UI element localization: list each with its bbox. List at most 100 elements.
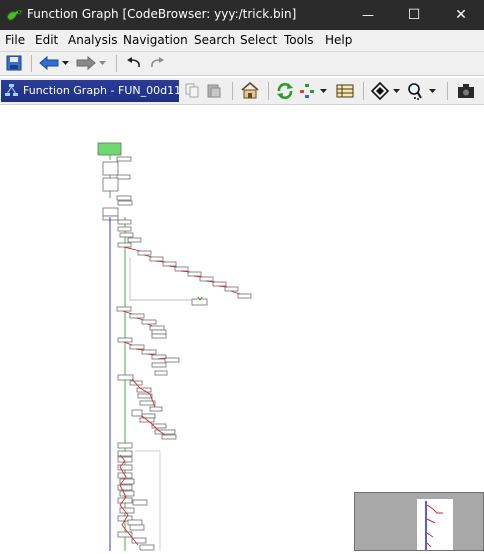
graph-block[interactable] <box>102 177 119 192</box>
toolbar-separator <box>116 55 117 72</box>
graph-block[interactable] <box>224 286 239 292</box>
window-titlebar: Function Graph [CodeBrowser: yyy:/trick.… <box>0 0 484 30</box>
graph-block[interactable] <box>174 266 189 272</box>
snapshot-icon <box>458 84 474 98</box>
forward-dropdown[interactable] <box>98 58 107 68</box>
graph-block[interactable] <box>119 490 135 497</box>
zoom-button[interactable] <box>406 81 426 100</box>
function-graph-canvas[interactable] <box>0 105 484 551</box>
graph-block[interactable] <box>212 281 227 287</box>
navigate-dropdown[interactable] <box>392 86 401 96</box>
graph-block[interactable] <box>116 195 132 201</box>
navigate-button[interactable] <box>370 81 390 100</box>
menu-file[interactable]: File <box>5 33 25 47</box>
graph-block[interactable] <box>117 242 132 248</box>
graph-block[interactable] <box>187 271 202 277</box>
layout-dropdown[interactable] <box>319 86 328 96</box>
graph-block[interactable] <box>149 256 164 262</box>
undo-button[interactable] <box>125 55 143 72</box>
function-graph-header: Function Graph - FUN_00d110... <box>0 78 484 105</box>
redo-button[interactable] <box>148 55 166 72</box>
graph-block[interactable] <box>119 507 135 514</box>
graph-block[interactable] <box>117 442 133 449</box>
close-button[interactable]: ✕ <box>438 0 484 30</box>
maximize-button[interactable]: ☐ <box>391 0 437 30</box>
save-button[interactable] <box>5 54 23 72</box>
graph-block[interactable] <box>141 349 157 355</box>
graph-block[interactable] <box>164 357 180 363</box>
graph-edge <box>180 270 191 273</box>
function-graph[interactable] <box>0 105 484 551</box>
entry-block[interactable] <box>97 142 122 156</box>
copy-button[interactable] <box>184 82 200 99</box>
graph-block[interactable] <box>129 344 145 350</box>
menu-analysis[interactable]: Analysis <box>68 33 117 47</box>
menu-navigation[interactable]: Navigation <box>123 33 188 47</box>
graph-block[interactable] <box>117 200 133 206</box>
graph-block[interactable] <box>116 306 132 312</box>
toolbar-separator <box>363 82 364 100</box>
go-to-entry-button[interactable] <box>240 81 260 100</box>
refresh-button[interactable] <box>275 81 295 100</box>
menu-edit[interactable]: Edit <box>35 33 58 47</box>
menu-help[interactable]: Help <box>325 33 352 47</box>
paste-icon <box>207 84 221 98</box>
graph-block[interactable] <box>119 232 134 238</box>
graph-block[interactable] <box>102 207 119 217</box>
menu-select[interactable]: Select <box>240 33 277 47</box>
graph-edge <box>155 260 166 263</box>
navigate-icon <box>371 81 389 100</box>
forward-button[interactable] <box>75 54 97 72</box>
zoom-dropdown[interactable] <box>428 86 437 96</box>
layout-icon <box>300 83 314 98</box>
block-format-button[interactable] <box>335 81 355 100</box>
copy-icon <box>185 83 199 98</box>
graph-block[interactable] <box>102 161 119 176</box>
forward-arrow-icon <box>76 56 96 70</box>
graph-block[interactable] <box>137 250 152 256</box>
graph-block[interactable] <box>102 215 119 221</box>
graph-block[interactable] <box>162 261 177 267</box>
block-format-icon <box>336 84 354 97</box>
menu-tools[interactable]: Tools <box>284 33 314 47</box>
paste-button[interactable] <box>206 82 222 99</box>
graph-block[interactable] <box>151 362 167 368</box>
graph-block[interactable] <box>139 544 155 551</box>
graph-block[interactable] <box>141 319 157 325</box>
graph-block[interactable] <box>151 329 167 335</box>
graph-block[interactable] <box>129 313 145 319</box>
graph-block[interactable] <box>129 524 145 531</box>
dropdown-arrow-icon <box>99 61 106 65</box>
graph-block[interactable] <box>127 237 142 243</box>
graph-block[interactable] <box>131 409 143 417</box>
home-icon <box>241 82 259 99</box>
graph-block[interactable] <box>151 333 167 339</box>
graph-block[interactable] <box>149 325 165 331</box>
graph-block[interactable] <box>117 337 133 343</box>
graph-block[interactable] <box>132 499 148 506</box>
function-graph-tab[interactable]: Function Graph - FUN_00d110... <box>1 80 179 102</box>
graph-block[interactable] <box>237 293 252 299</box>
graph-block[interactable] <box>154 429 176 435</box>
window-title: Function Graph [CodeBrowser: yyy:/trick.… <box>27 7 297 21</box>
layout-button[interactable] <box>298 81 316 100</box>
satellite-overview[interactable] <box>354 492 484 551</box>
graph-edge <box>129 257 192 301</box>
back-dropdown[interactable] <box>61 58 70 68</box>
graph-block[interactable] <box>199 276 214 282</box>
menu-search[interactable]: Search <box>194 33 235 47</box>
redo-icon <box>151 56 164 67</box>
minimize-button[interactable]: — <box>345 0 391 30</box>
graph-block[interactable] <box>117 219 132 225</box>
graph-block[interactable] <box>117 226 132 232</box>
graph-block[interactable] <box>116 156 132 162</box>
graph-block[interactable] <box>154 370 168 376</box>
graph-block[interactable] <box>117 374 134 381</box>
snapshot-button[interactable] <box>456 81 476 100</box>
graph-block[interactable] <box>149 406 163 412</box>
graph-block[interactable] <box>116 174 131 180</box>
graph-block[interactable] <box>161 434 177 440</box>
back-button[interactable] <box>38 54 60 72</box>
graph-edge <box>230 290 241 295</box>
graph-block[interactable] <box>127 519 143 526</box>
